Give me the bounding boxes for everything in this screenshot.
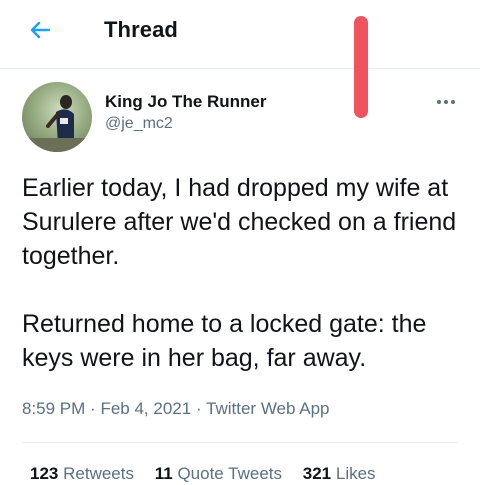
quotes-count[interactable]: 11: [155, 464, 173, 483]
separator: ·: [90, 399, 96, 418]
tweet-time[interactable]: 8:59 PM: [22, 399, 85, 418]
tweet-paragraph: Earlier today, I had dropped my wife at …: [22, 174, 457, 270]
quotes-label[interactable]: Quote Tweets: [177, 464, 282, 483]
divider: [22, 442, 458, 443]
retweets-label[interactable]: Retweets: [63, 464, 134, 483]
tweet-source[interactable]: Twitter Web App: [206, 399, 329, 418]
page-title: Thread: [104, 17, 178, 42]
likes-count[interactable]: 321: [303, 464, 331, 483]
red-annotation-mark: [354, 16, 368, 118]
tweet-text: Earlier today, I had dropped my wife at …: [22, 171, 462, 375]
tweet-meta: 8:59 PM · Feb 4, 2021 · Twitter Web App: [22, 398, 330, 420]
separator: ·: [195, 399, 202, 418]
more-options-button[interactable]: [432, 90, 460, 114]
avatar[interactable]: [22, 82, 92, 152]
retweets-count[interactable]: 123: [30, 464, 58, 483]
tweet-paragraph: Returned home to a locked gate: the keys…: [22, 310, 427, 372]
likes-label[interactable]: Likes: [336, 464, 376, 483]
profile-photo: [22, 95, 92, 152]
tweet-stats: 123 Retweets 11 Quote Tweets 321 Likes: [30, 463, 392, 485]
tweet-date[interactable]: Feb 4, 2021: [100, 399, 191, 418]
author-handle[interactable]: @je_mc2: [105, 114, 173, 134]
back-button[interactable]: [22, 16, 58, 44]
author-name[interactable]: King Jo The Runner: [105, 92, 267, 112]
more-horizontal-icon: [437, 100, 455, 104]
top-bar: Thread: [0, 0, 480, 69]
arrow-left-icon: [30, 21, 51, 39]
